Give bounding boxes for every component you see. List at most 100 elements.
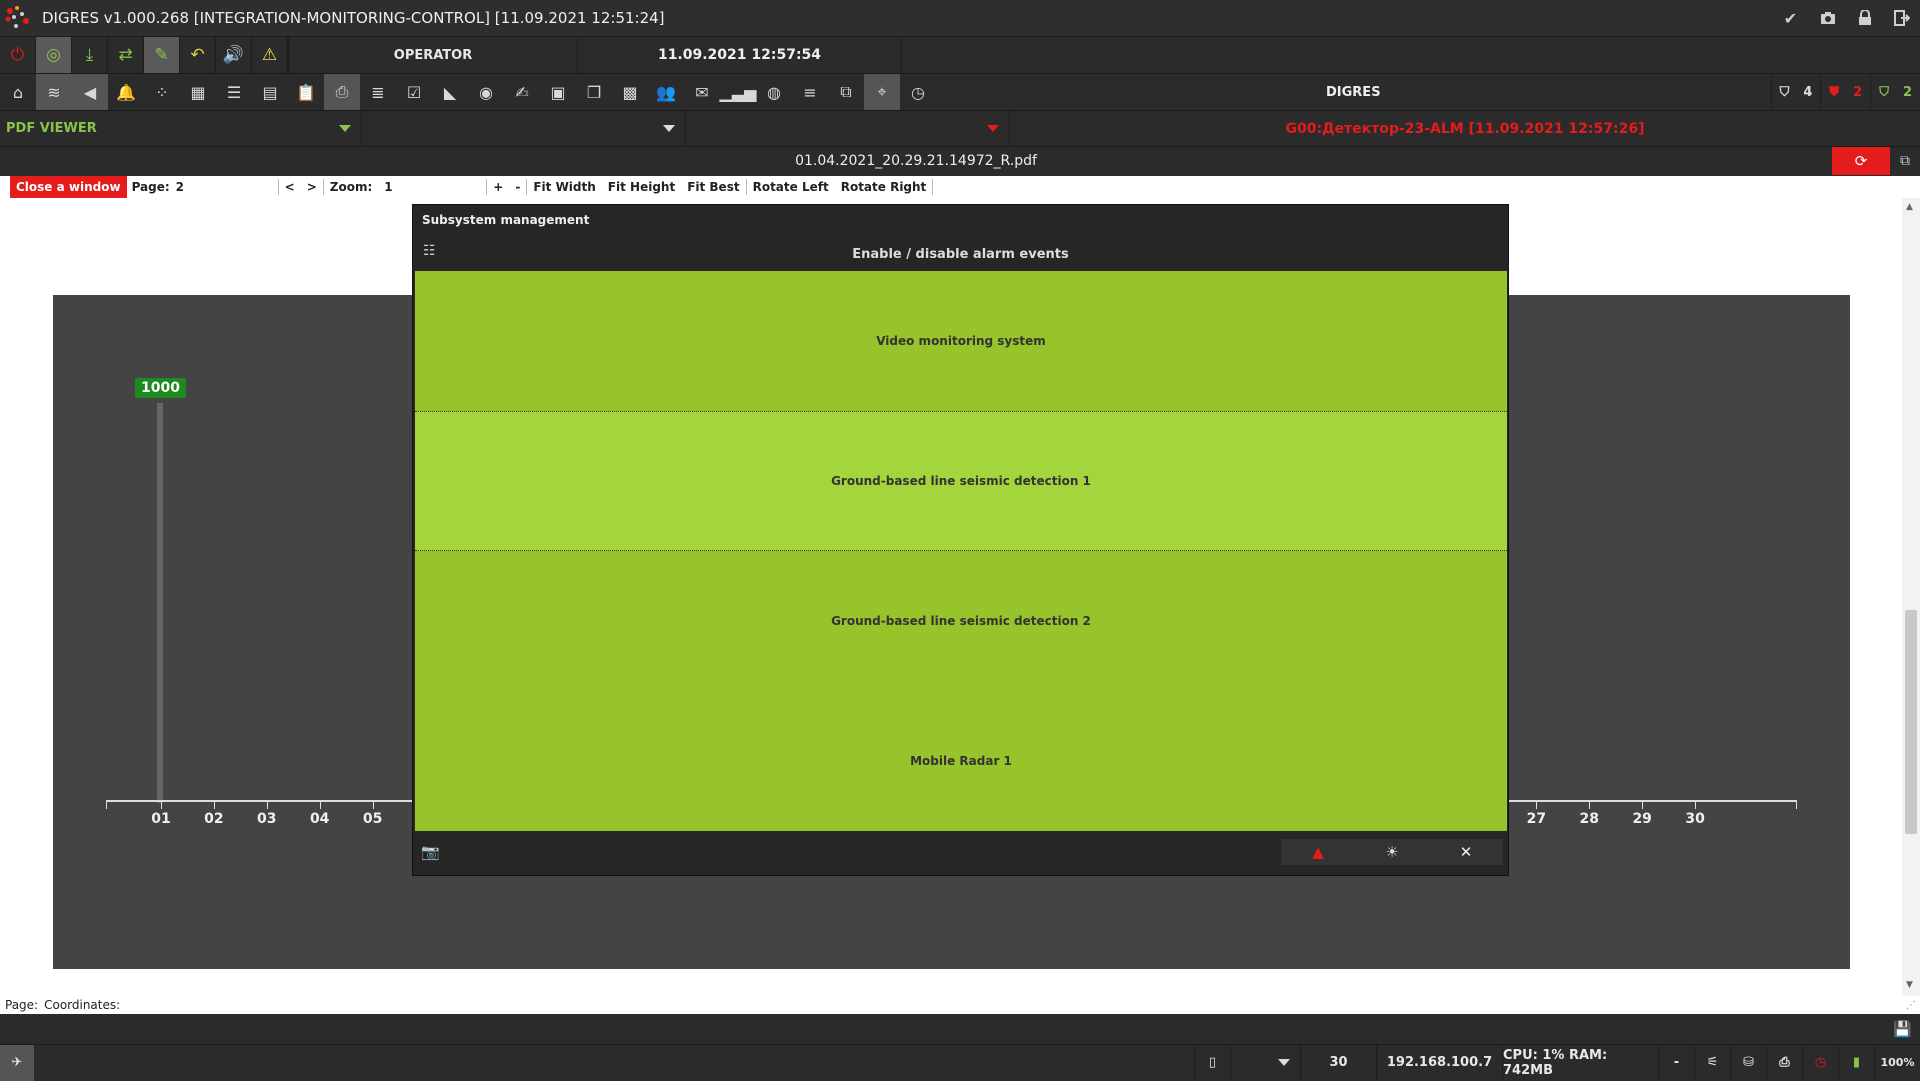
logout-icon[interactable] — [1883, 0, 1920, 37]
download-icon[interactable]: ⤓ — [72, 37, 108, 73]
rotate-right-button[interactable]: Rotate Right — [835, 179, 933, 195]
bell-icon[interactable]: 🔔 — [108, 74, 144, 110]
screen-cast-icon[interactable]: ⧉ — [1890, 147, 1920, 175]
siren-icon[interactable]: ⚠ — [252, 37, 288, 73]
copy-docs-icon[interactable]: ❐ — [576, 74, 612, 110]
disable-alarm-button[interactable]: ▲ — [1281, 839, 1355, 865]
bullet-list-icon[interactable]: ≣ — [360, 74, 396, 110]
nodes-icon[interactable]: ⁘ — [144, 74, 180, 110]
globe-icon[interactable]: ◍ — [756, 74, 792, 110]
cctv-icon[interactable]: ◣ — [432, 74, 468, 110]
power-icon[interactable]: ⏻ — [0, 37, 36, 73]
undo-icon[interactable]: ↶ — [180, 37, 216, 73]
battery-level: 100% — [1874, 1044, 1920, 1081]
lock-icon[interactable] — [1846, 0, 1883, 37]
edit-sign-icon[interactable]: ✎ — [144, 37, 180, 73]
bar-value-label: 1000 — [135, 378, 186, 398]
users-icon[interactable]: 👥 — [648, 74, 684, 110]
ip-address: 192.168.100.7 — [1376, 1044, 1502, 1081]
clipboard-icon[interactable]: 📋 — [288, 74, 324, 110]
list-icon[interactable]: ☰ — [216, 74, 252, 110]
x-tick-label: 01 — [151, 811, 171, 827]
save-icon[interactable]: 💾 — [1893, 1020, 1912, 1038]
vertical-scrollbar[interactable]: ▲ ▼ — [1902, 198, 1920, 996]
scroll-up-icon[interactable]: ▲ — [1906, 202, 1913, 212]
x-tick — [161, 800, 162, 809]
close-window-button[interactable]: Close a window — [10, 176, 127, 198]
map-pin-icon[interactable]: ⌖ — [864, 74, 900, 110]
pdf-toolbar: Close a window Page: 2 < > Zoom: 1 + - F… — [0, 176, 1920, 198]
status-number: 30 — [1300, 1044, 1376, 1081]
document-filename: 01.04.2021_20.29.21.14972_R.pdf — [795, 153, 1037, 169]
close-dialog-button[interactable]: ✕ — [1429, 839, 1503, 865]
subsystem-list: Video monitoring system Ground-based lin… — [415, 271, 1507, 831]
x-tick-label: 03 — [257, 811, 277, 827]
cast-icon[interactable]: ⧉ — [828, 74, 864, 110]
toolbar-divider — [932, 179, 945, 195]
media-icon[interactable]: ▩ — [612, 74, 648, 110]
prev-page-button[interactable]: < — [277, 179, 301, 195]
control-bar: ⏻ ◎ ⤓ ⇄ ✎ ↶ 🔊 ⚠ OPERATOR 11.09.2021 12:5… — [0, 36, 1920, 74]
home-icon[interactable]: ⌂ — [0, 74, 36, 110]
database-icon[interactable]: ⛁ — [1730, 1044, 1766, 1081]
refresh-button[interactable]: ⟳ — [1832, 147, 1890, 175]
printer-icon[interactable]: ⎙ — [1766, 1044, 1802, 1081]
subsystem-item-mobile-radar[interactable]: Mobile Radar 1 — [415, 691, 1507, 831]
satellite-dish-icon[interactable]: ⚟ — [1694, 1044, 1730, 1081]
resource-usage: CPU: 1% RAM: 742MB — [1502, 1044, 1658, 1081]
layers-icon[interactable]: ≋ — [36, 74, 72, 110]
note-edit-icon[interactable]: ✍ — [504, 74, 540, 110]
lines-icon[interactable]: ≡ — [792, 74, 828, 110]
fit-best-button[interactable]: Fit Best — [681, 179, 745, 195]
zoom-input[interactable]: 1 — [378, 177, 486, 197]
scrollbar-thumb[interactable] — [1905, 610, 1917, 834]
view-select[interactable]: PDF VIEWER — [0, 110, 362, 147]
ok-circle-icon[interactable]: ◎ — [36, 37, 72, 73]
back-icon[interactable]: ◀ — [72, 74, 108, 110]
usb-icon[interactable]: ▯ — [1194, 1044, 1230, 1081]
pdf-icon[interactable]: ⎙ — [324, 74, 360, 110]
resize-grip-icon[interactable]: ⋰ — [1906, 1000, 1916, 1011]
table-icon[interactable]: ▤ — [252, 74, 288, 110]
check-circle-icon[interactable]: ✔ — [1772, 0, 1809, 37]
report-icon[interactable]: ▣ — [540, 74, 576, 110]
bar-chart-icon[interactable]: ▁▃▅ — [720, 74, 757, 110]
secondary-select[interactable] — [362, 110, 686, 147]
zoom-in-button[interactable]: + — [486, 179, 509, 195]
alarm-clock-icon[interactable]: ◷ — [1802, 1044, 1838, 1081]
camera-icon[interactable] — [1809, 0, 1846, 37]
document-header: 01.04.2021_20.29.21.14972_R.pdf ⟳ ⧉ — [0, 147, 1920, 175]
x-axis-end-tick — [1796, 800, 1797, 809]
dialog-title: Subsystem management — [422, 213, 590, 227]
bar — [157, 403, 163, 803]
fingerprint-icon[interactable]: ◉ — [468, 74, 504, 110]
fit-width-button[interactable]: Fit Width — [526, 179, 601, 195]
subsystem-item-video-monitoring[interactable]: Video monitoring system — [415, 271, 1507, 411]
latest-alarm[interactable]: G00:Детектор-23-ALM [11.09.2021 12:57:26… — [1010, 121, 1920, 137]
volume-icon[interactable]: 🔊 — [216, 37, 252, 73]
title-bar: DIGRES v1.000.268 [INTEGRATION-MONITORIN… — [0, 0, 1920, 37]
page-input[interactable]: 2 — [170, 177, 278, 197]
alarm-off-icon: ▲ — [1312, 843, 1324, 861]
mail-icon[interactable]: ✉ — [684, 74, 720, 110]
subsystem-item-seismic-2[interactable]: Ground-based line seismic detection 2 — [415, 551, 1507, 691]
enable-alarm-button[interactable]: ☀ — [1355, 839, 1429, 865]
alarm-select[interactable] — [686, 110, 1010, 147]
x-tick — [1536, 800, 1538, 809]
x-tick-label: 05 — [362, 811, 383, 827]
scroll-down-icon[interactable]: ▼ — [1906, 980, 1913, 990]
subsystem-item-seismic-1[interactable]: Ground-based line seismic detection 1 — [415, 411, 1507, 551]
checklist-icon[interactable]: ☑ — [396, 74, 432, 110]
status-dropdown[interactable] — [1230, 1044, 1300, 1081]
grid-icon[interactable]: ▦ — [180, 74, 216, 110]
next-page-button[interactable]: > — [301, 179, 323, 195]
zoom-out-button[interactable]: - — [509, 179, 526, 195]
clock-icon[interactable]: ◷ — [900, 74, 936, 110]
camera-icon[interactable]: 📷 — [421, 843, 440, 861]
battery-icon: ▮ — [1838, 1044, 1874, 1081]
sync-icon[interactable]: ⇄ — [108, 37, 144, 73]
fit-height-button[interactable]: Fit Height — [602, 179, 681, 195]
rotate-left-button[interactable]: Rotate Left — [745, 179, 835, 195]
app-logo-icon — [0, 0, 36, 37]
satellite-icon[interactable]: ✈ — [0, 1044, 34, 1081]
